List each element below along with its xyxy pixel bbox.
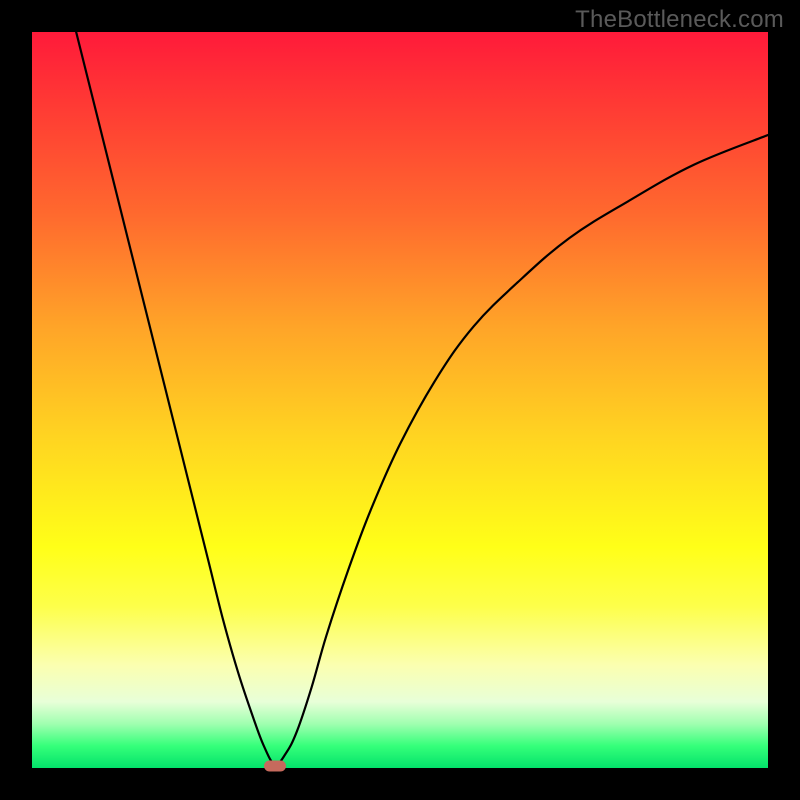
bottleneck-curve [76,32,768,764]
watermark-text: TheBottleneck.com [575,6,784,34]
outer-frame: TheBottleneck.com [0,0,800,800]
min-marker [264,760,286,771]
curve-svg [32,32,768,768]
plot-area [32,32,768,768]
